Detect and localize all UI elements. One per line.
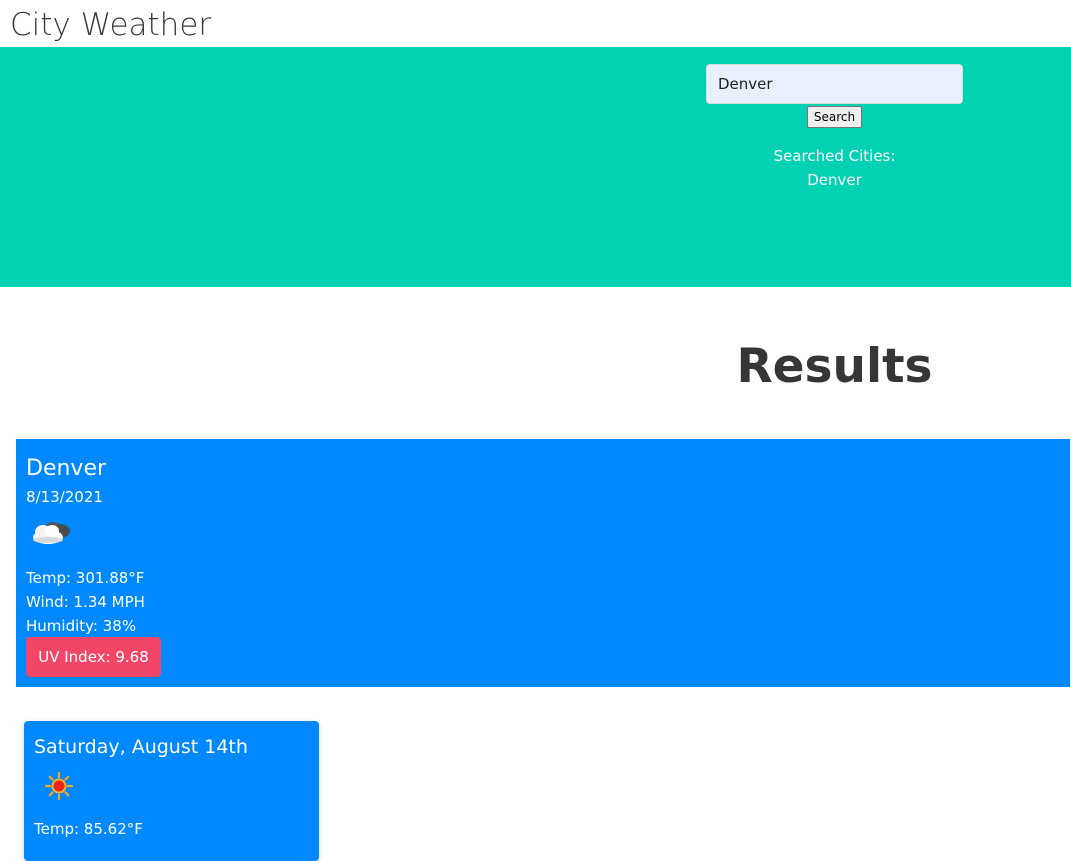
search-button[interactable]: Search (807, 106, 862, 128)
current-humidity: Humidity: 38% (26, 617, 137, 635)
search-input[interactable] (706, 64, 963, 104)
sun-icon (44, 771, 74, 801)
current-date: 8/13/2021 (26, 488, 103, 506)
current-weather-panel: Denver 8/13/2021 Temp: 301.88°F Wind: 1.… (16, 439, 1070, 687)
cloudy-icon (28, 517, 76, 549)
forecast-temp: Temp: 85.62°F (34, 820, 143, 838)
results-heading: Results (736, 339, 933, 394)
forecast-card: Saturday, August 14th Temp: 85.62°F (24, 721, 319, 861)
searched-city-item[interactable]: Denver (706, 170, 963, 190)
forecast-day: Saturday, August 14th (34, 736, 248, 758)
current-city-name: Denver (26, 456, 107, 481)
app-title: City Weather (10, 7, 212, 43)
current-temp: Temp: 301.88°F (26, 569, 145, 587)
uv-index-badge: UV Index: 9.68 (26, 637, 161, 677)
searched-cities-label: Searched Cities: (773, 147, 896, 165)
current-wind: Wind: 1.34 MPH (26, 593, 145, 611)
